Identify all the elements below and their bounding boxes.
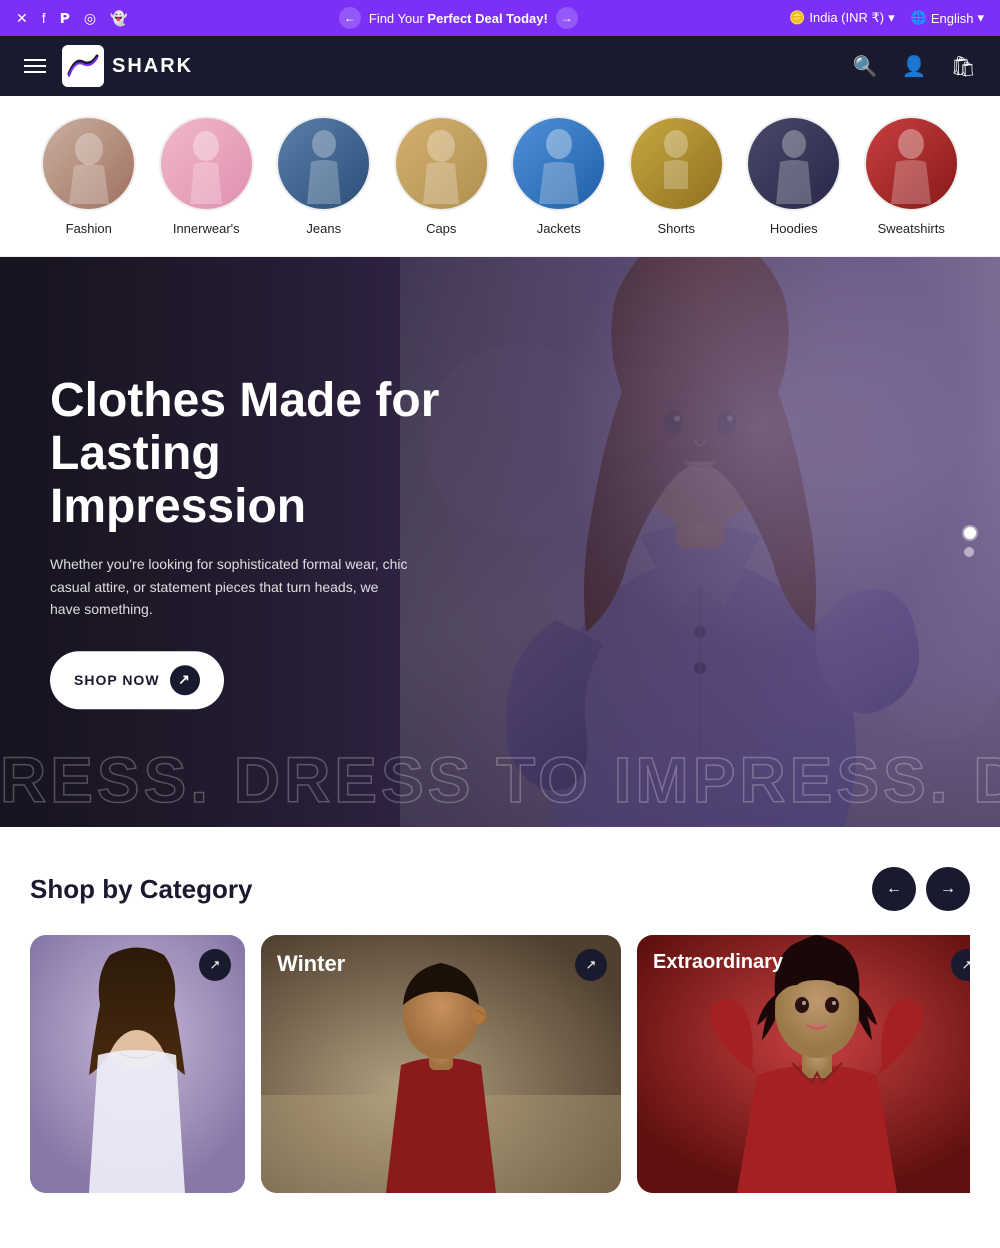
category-item-jeans[interactable]: Jeans [276, 116, 371, 236]
category-circle-jeans [276, 116, 371, 211]
navbar: SHARK 🔍 👤 🛍 [0, 36, 1000, 96]
category-label-sweatshirts: Sweatshirts [878, 221, 945, 236]
category-nav-arrows: ← → [872, 867, 970, 911]
lang-chevron-icon: ▾ [977, 10, 984, 26]
globe-icon: 🌐 [911, 10, 927, 26]
category-next-button[interactable]: → [926, 867, 970, 911]
promo-next-button[interactable]: → [556, 7, 578, 29]
shop-now-label: SHOP NOW [74, 672, 160, 688]
card-arrow-winter[interactable]: ↗ [575, 949, 607, 981]
category-item-innerwear[interactable]: Innerwear's [159, 116, 254, 236]
marquee-text: RESS. DRESS TO IMPRESS. DRESS TO IMPRESS… [0, 743, 1000, 817]
category-label-fashion: Fashion [66, 221, 112, 236]
shop-now-arrow-icon: ↗ [170, 665, 200, 695]
category-card-winter[interactable]: Winter ↗ [261, 935, 621, 1193]
top-bar-right: 🪙 India (INR ₹) ▾ 🌐 English ▾ [789, 10, 984, 26]
hamburger-menu[interactable] [24, 59, 46, 73]
card-label-winter: Winter [277, 951, 345, 977]
carousel-dot-1[interactable] [964, 527, 976, 539]
search-button[interactable]: 🔍 [853, 54, 878, 79]
social-links: ✕ f 𝗣 ◎ 👻 [16, 10, 128, 27]
hero-title: Clothes Made for Lasting Impression [50, 375, 470, 533]
category-circle-shorts [629, 116, 724, 211]
carousel-dot-2[interactable] [964, 547, 974, 557]
pinterest-icon[interactable]: 𝗣 [60, 10, 70, 27]
region-selector[interactable]: 🪙 India (INR ₹) ▾ [789, 10, 894, 26]
card-label-extraordinary: Extraordinary [653, 951, 783, 974]
shop-now-button[interactable]: SHOP NOW ↗ [50, 651, 224, 709]
logo-text: SHARK [112, 55, 193, 78]
nav-right: 🔍 👤 🛍 [853, 54, 976, 79]
section-header: Shop by Category ← → [30, 867, 970, 911]
hero-marquee: RESS. DRESS TO IMPRESS. DRESS TO IMPRESS… [0, 733, 1000, 827]
category-item-shorts[interactable]: Shorts [629, 116, 724, 236]
category-item-fashion[interactable]: Fashion [41, 116, 136, 236]
category-circles: Fashion Innerwear's Jeans Caps [0, 96, 1000, 257]
category-circle-innerwear [159, 116, 254, 211]
category-circle-fashion [41, 116, 136, 211]
cart-button[interactable]: 🛍 [951, 54, 976, 79]
category-label-innerwear: Innerwear's [173, 221, 240, 236]
account-button[interactable]: 👤 [902, 54, 927, 79]
category-cards-row: ↗ [30, 935, 970, 1193]
hero-content: Clothes Made for Lasting Impression Whet… [50, 375, 470, 709]
category-label-hoodies: Hoodies [770, 221, 818, 236]
category-item-sweatshirts[interactable]: Sweatshirts [864, 116, 959, 236]
twitter-icon[interactable]: ✕ [16, 10, 28, 27]
promo-banner: ← Find Your Perfect Deal Today! → [128, 7, 790, 29]
category-card-extraordinary[interactable]: Extraordinary ↗ [637, 935, 970, 1193]
card-arrow-fashion[interactable]: ↗ [199, 949, 231, 981]
category-circle-hoodies [746, 116, 841, 211]
category-circle-sweatshirts [864, 116, 959, 211]
hero-carousel-dots [964, 527, 976, 557]
promo-prev-button[interactable]: ← [339, 7, 361, 29]
category-label-jeans: Jeans [306, 221, 341, 236]
facebook-icon[interactable]: f [42, 10, 46, 26]
category-circle-jackets [511, 116, 606, 211]
hero-description: Whether you're looking for sophisticated… [50, 554, 410, 621]
category-prev-button[interactable]: ← [872, 867, 916, 911]
snapchat-icon[interactable]: 👻 [110, 10, 127, 27]
instagram-icon[interactable]: ◎ [84, 10, 96, 27]
language-selector[interactable]: 🌐 English ▾ [911, 10, 984, 26]
category-item-hoodies[interactable]: Hoodies [746, 116, 841, 236]
region-label: India (INR ₹) [809, 10, 884, 26]
category-label-jackets: Jackets [537, 221, 581, 236]
category-card-fashion[interactable]: ↗ [30, 935, 245, 1193]
region-chevron-icon: ▾ [888, 10, 895, 26]
promo-text: Find Your Perfect Deal Today! [369, 11, 548, 26]
category-label-caps: Caps [426, 221, 456, 236]
logo[interactable]: SHARK [62, 45, 193, 87]
shop-by-category-section: Shop by Category ← → [0, 827, 1000, 1213]
logo-icon [62, 45, 104, 87]
top-bar: ✕ f 𝗣 ◎ 👻 ← Find Your Perfect Deal Today… [0, 0, 1000, 36]
language-label: English [931, 11, 974, 26]
category-circle-caps [394, 116, 489, 211]
section-title: Shop by Category [30, 874, 252, 905]
hero-banner: Clothes Made for Lasting Impression Whet… [0, 257, 1000, 827]
category-label-shorts: Shorts [657, 221, 695, 236]
nav-left: SHARK [24, 45, 193, 87]
category-item-caps[interactable]: Caps [394, 116, 489, 236]
region-flag-icon: 🪙 [789, 10, 805, 26]
category-item-jackets[interactable]: Jackets [511, 116, 606, 236]
